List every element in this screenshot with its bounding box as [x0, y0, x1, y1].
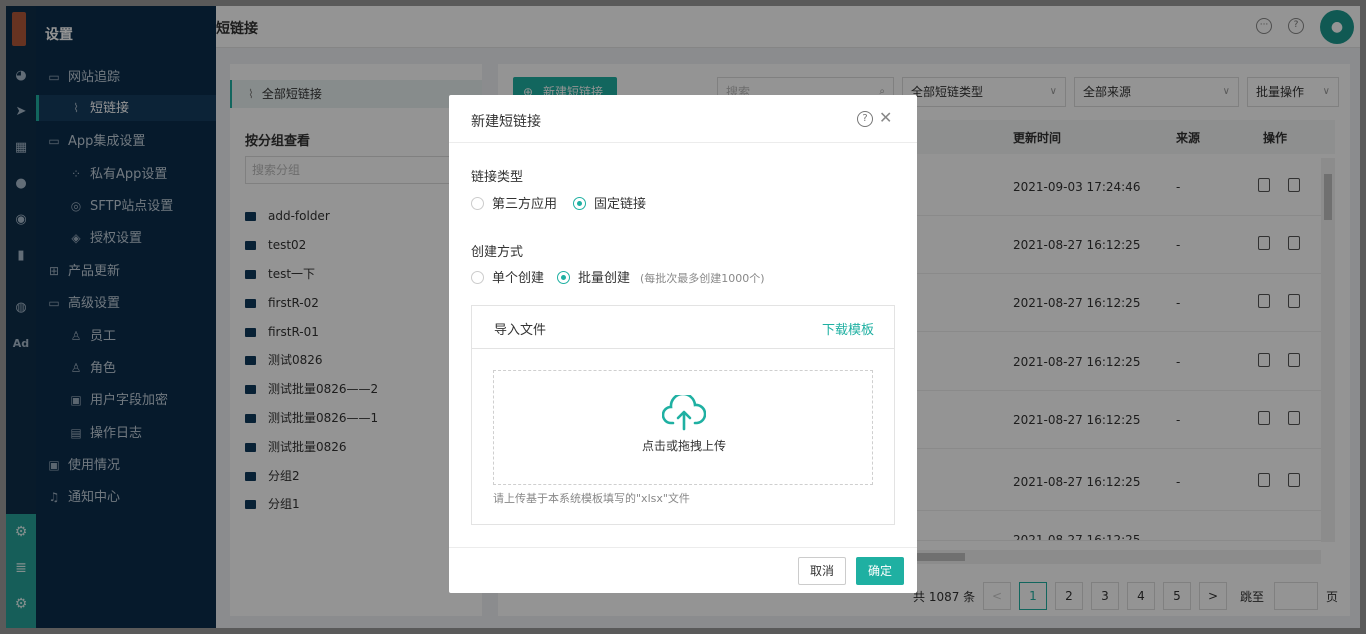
- upload-note: 请上传基于本系统模板填写的"xlsx"文件: [493, 492, 690, 505]
- radio-third-party[interactable]: 第三方应用: [471, 197, 557, 213]
- batch-hint: (每批次最多创建1000个): [640, 272, 765, 285]
- radio-single-create[interactable]: 单个创建: [471, 271, 544, 287]
- confirm-button[interactable]: 确定: [856, 557, 904, 585]
- create-mode-label: 创建方式: [471, 245, 524, 260]
- download-template-link[interactable]: 下载模板: [822, 319, 874, 338]
- dialog-header: 新建短链接 ? ✕: [449, 95, 917, 143]
- close-icon[interactable]: ✕: [879, 108, 892, 127]
- import-header: 导入文件 下载模板: [472, 306, 894, 349]
- link-type-label: 链接类型: [471, 170, 524, 185]
- cancel-button[interactable]: 取消: [798, 557, 846, 585]
- import-file-box: 导入文件 下载模板 点击或拖拽上传 请上传基于本系统模板填写的"xlsx"文件: [471, 305, 895, 525]
- radio-fixed-link[interactable]: 固定链接: [573, 197, 646, 213]
- radio-dot: [471, 197, 484, 210]
- radio-dot: [557, 271, 570, 284]
- upload-dropzone[interactable]: 点击或拖拽上传: [493, 370, 873, 485]
- radio-dot: [471, 271, 484, 284]
- cloud-upload-icon: [662, 395, 706, 431]
- dialog-title: 新建短链接: [471, 114, 541, 130]
- dialog-footer: 取消 确定: [449, 547, 917, 593]
- new-short-link-dialog: 新建短链接 ? ✕ 链接类型 第三方应用 固定链接 创建方式 单个创建 批量创建…: [449, 95, 917, 593]
- app-window: ◕ ➤ ▦ ● ◉ ▮ ◍ Ad ⚙ ≣ ⚙ 设置 ▭ 网站追踪 ⌇ 短链接 ▭ Ap…: [6, 6, 1360, 628]
- upload-text: 点击或拖拽上传: [641, 439, 726, 453]
- import-label: 导入文件: [494, 323, 547, 338]
- help-icon[interactable]: ?: [857, 111, 873, 127]
- radio-batch-create[interactable]: 批量创建 (每批次最多创建1000个): [557, 271, 765, 287]
- radio-dot: [573, 197, 586, 210]
